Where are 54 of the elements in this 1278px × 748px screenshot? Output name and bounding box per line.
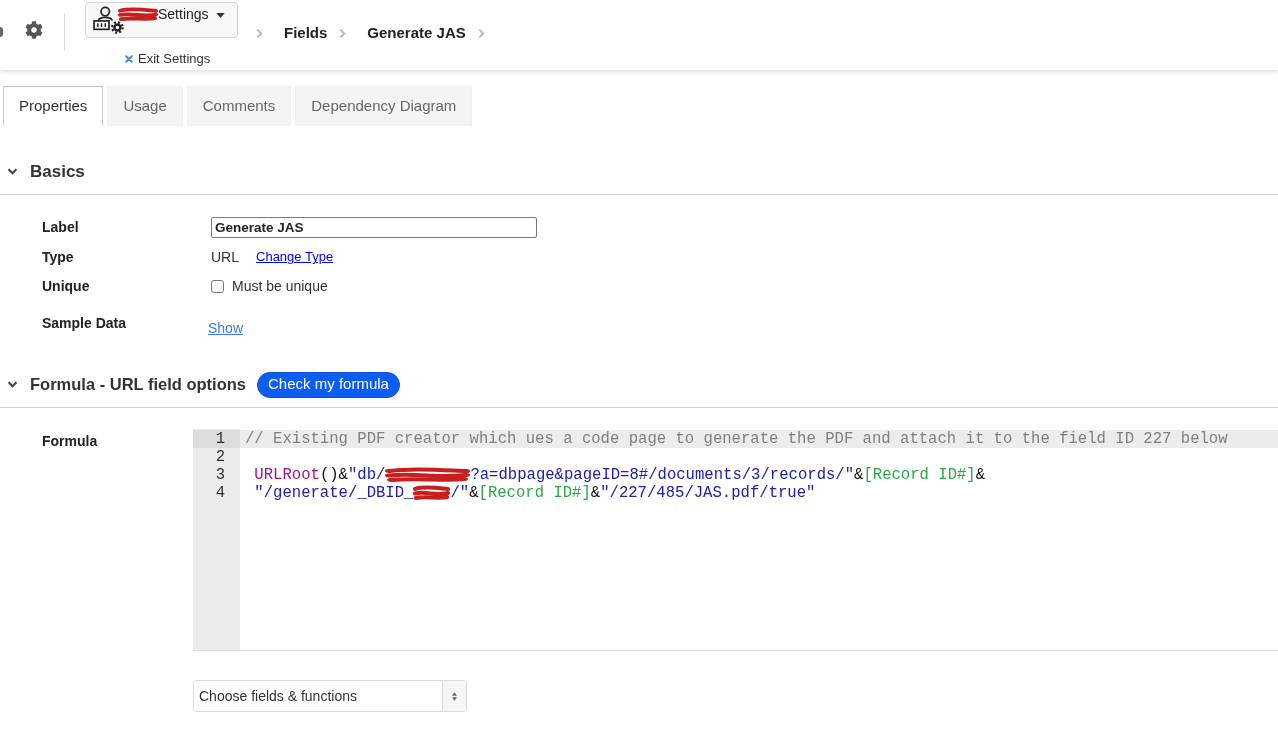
settings-menu-button[interactable]: Settings xyxy=(85,2,238,38)
tab[interactable]: Properties xyxy=(3,86,104,126)
chevron-down-icon[interactable] xyxy=(7,168,18,175)
code-text: & xyxy=(975,466,986,484)
field-label: Unique xyxy=(42,278,90,294)
field-value: URL xyxy=(211,247,239,267)
breadcrumb-link[interactable]: Fields xyxy=(284,21,328,45)
line-number: 1 xyxy=(215,430,225,448)
tab[interactable]: Dependency Diagram xyxy=(295,86,473,126)
code-text: ()& xyxy=(319,466,348,484)
code-editor[interactable] xyxy=(193,429,1278,651)
field-label: Sample Data xyxy=(42,315,127,331)
redaction-scribble xyxy=(413,485,451,501)
tab[interactable]: Comments xyxy=(186,86,292,126)
check-formula-button[interactable]: Check my formula xyxy=(257,371,400,398)
change-type-link[interactable]: Change Type xyxy=(256,247,334,267)
code-comment: // Existing PDF creator which ues a code page to generate the PDF and attach it to the field ID 227 below xyxy=(245,430,1228,448)
label-input[interactable]: Generate JAS xyxy=(211,216,537,238)
line-number: 3 xyxy=(215,466,225,484)
user-gear-icon xyxy=(93,6,125,34)
caret-down-icon xyxy=(215,12,225,18)
code-text: & xyxy=(854,466,864,484)
tab[interactable]: Usage xyxy=(107,86,183,126)
field-label: Formula xyxy=(42,433,98,449)
settings-icon[interactable] xyxy=(25,21,43,39)
section-title: Formula - URL field options xyxy=(30,374,247,396)
fields-functions-select[interactable]: Choose fields & functions xyxy=(193,680,467,712)
string-literal: /" xyxy=(450,484,470,502)
chevron-right-icon xyxy=(477,27,485,39)
chevron-right-icon xyxy=(256,27,263,39)
checkbox-label: Must be unique xyxy=(232,276,328,296)
field-label: Label xyxy=(42,219,79,235)
line-number: 2 xyxy=(215,448,225,466)
line-number: 4 xyxy=(215,484,225,502)
field-reference: [Record ID#] xyxy=(478,484,591,502)
sort-arrows-icon xyxy=(452,691,457,701)
code-text: & xyxy=(590,484,601,502)
field-reference: [Record ID#] xyxy=(863,466,976,484)
string-literal: "/227/485/JAS.pdf/true" xyxy=(600,484,816,502)
show-link[interactable]: Show xyxy=(208,318,244,339)
edge-icon xyxy=(0,27,3,37)
exit-settings-link[interactable]: Exit Settings xyxy=(125,49,211,69)
string-literal: "db/ xyxy=(347,466,386,484)
section-title: Basics xyxy=(30,160,85,183)
string-literal: "/generate/_DBID_ xyxy=(253,484,414,502)
breadcrumb-link[interactable]: Generate JAS xyxy=(367,21,466,45)
code-text: & xyxy=(469,484,479,502)
function-name: URLRoot xyxy=(253,466,320,484)
string-literal: ?a=dbpage&pageID=8#/documents/3/records/" xyxy=(470,466,855,484)
field-label: Type xyxy=(42,249,74,265)
chevron-down-icon[interactable] xyxy=(7,381,18,388)
close-icon xyxy=(125,54,133,63)
chevron-right-icon xyxy=(339,27,347,39)
checkbox[interactable] xyxy=(211,279,224,293)
